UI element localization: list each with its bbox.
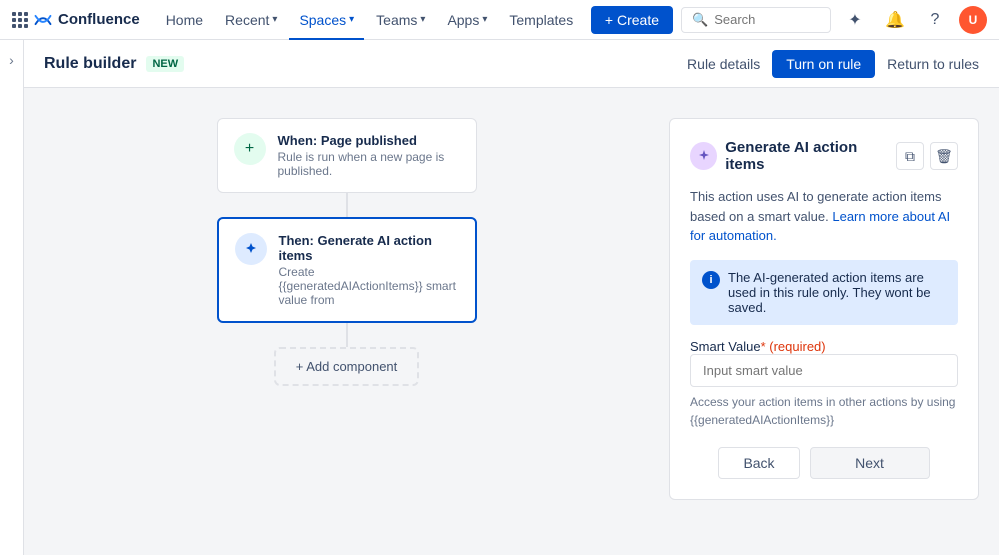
logo-text: Confluence <box>58 11 140 28</box>
nav-item-recent[interactable]: Recent ▾ <box>215 0 287 40</box>
action-panel: Generate AI action items ⧉ 🗑 This action… <box>669 118 979 500</box>
panel-title: Generate AI action items <box>725 139 896 173</box>
info-box: i The AI-generated action items are used… <box>690 260 958 325</box>
nav-item-spaces[interactable]: Spaces ▾ <box>289 0 364 40</box>
sidebar-toggle-icon: › <box>9 52 14 68</box>
new-badge: NEW <box>146 56 184 72</box>
info-text: The AI-generated action items are used i… <box>728 270 946 315</box>
back-button[interactable]: Back <box>718 447 799 479</box>
panel-title-area: Generate AI action items <box>690 139 896 173</box>
smart-value-input[interactable] <box>690 354 958 387</box>
main-content: Rule builder NEW Rule details Turn on ru… <box>24 40 999 555</box>
search-icon: 🔍 <box>692 12 708 28</box>
avatar[interactable]: U <box>959 6 987 34</box>
nav-right: + Create 🔍 ✦ 🔔 ? U <box>591 4 987 36</box>
flow-area: + When: Page published Rule is run when … <box>44 118 649 525</box>
flow-connector-1 <box>346 193 348 217</box>
nav-item-apps[interactable]: Apps ▾ <box>437 0 497 40</box>
turn-on-rule-button[interactable]: Turn on rule <box>772 50 875 78</box>
action-card[interactable]: Then: Generate AI action items Create {{… <box>217 217 477 323</box>
create-button[interactable]: + Create <box>591 6 673 34</box>
trigger-icon: + <box>234 133 266 165</box>
delete-button[interactable]: 🗑 <box>930 142 958 170</box>
rule-header: Rule builder NEW Rule details Turn on ru… <box>24 40 999 88</box>
panel-actions: ⧉ 🗑 <box>896 142 958 170</box>
rule-title-area: Rule builder NEW <box>44 55 184 73</box>
panel-header: Generate AI action items ⧉ 🗑 <box>690 139 958 173</box>
trigger-card-subtitle: Rule is run when a new page is published… <box>278 150 460 178</box>
navbar: Confluence Home Recent ▾ Spaces ▾ Teams … <box>0 0 999 40</box>
field-label: Smart Value* (required) <box>690 339 958 354</box>
next-button[interactable]: Next <box>810 447 930 479</box>
logo[interactable]: Confluence <box>12 11 140 29</box>
panel-description: This action uses AI to generate action i… <box>690 187 958 246</box>
ai-button[interactable]: ✦ <box>839 4 871 36</box>
flow-connector-2 <box>346 323 348 347</box>
layout: › Rule builder NEW Rule details Turn on … <box>0 40 999 555</box>
nav-item-templates[interactable]: Templates <box>499 0 583 40</box>
required-mark: * (required) <box>761 339 826 354</box>
confluence-logo-icon <box>34 11 52 29</box>
action-card-title: Then: Generate AI action items <box>279 233 459 263</box>
info-icon: i <box>702 271 720 289</box>
action-card-text: Then: Generate AI action items Create {{… <box>279 233 459 307</box>
rule-title: Rule builder <box>44 55 136 73</box>
ai-spark-icon <box>690 142 717 170</box>
action-card-subtitle: Create {{generatedAIActionItems}} smart … <box>279 265 459 307</box>
help-button[interactable]: ? <box>919 4 951 36</box>
panel-footer: Back Next <box>690 447 958 479</box>
chevron-down-icon: ▾ <box>272 14 277 25</box>
grid-icon <box>12 12 28 28</box>
smart-value-field: Smart Value* (required) Access your acti… <box>690 339 958 429</box>
nav-item-teams[interactable]: Teams ▾ <box>366 0 435 40</box>
chevron-down-icon: ▾ <box>349 14 354 25</box>
nav-items: Home Recent ▾ Spaces ▾ Teams ▾ Apps ▾ Te… <box>156 0 591 40</box>
canvas: + When: Page published Rule is run when … <box>24 88 999 555</box>
search-input[interactable] <box>714 12 820 27</box>
action-icon <box>235 233 267 265</box>
copy-button[interactable]: ⧉ <box>896 142 924 170</box>
search-box[interactable]: 🔍 <box>681 7 831 33</box>
trigger-card-title: When: Page published <box>278 133 460 148</box>
field-hint: Access your action items in other action… <box>690 393 958 429</box>
sidebar-toggle[interactable]: › <box>0 40 24 555</box>
return-to-rules-button[interactable]: Return to rules <box>887 56 979 72</box>
add-component-button[interactable]: + Add component <box>274 347 420 386</box>
chevron-down-icon: ▾ <box>420 14 425 25</box>
nav-item-home[interactable]: Home <box>156 0 213 40</box>
chevron-down-icon: ▾ <box>482 14 487 25</box>
rule-header-actions: Rule details Turn on rule Return to rule… <box>687 50 979 78</box>
trigger-card[interactable]: + When: Page published Rule is run when … <box>217 118 477 193</box>
trigger-card-text: When: Page published Rule is run when a … <box>278 133 460 178</box>
notifications-button[interactable]: 🔔 <box>879 4 911 36</box>
rule-details-button[interactable]: Rule details <box>687 56 760 72</box>
